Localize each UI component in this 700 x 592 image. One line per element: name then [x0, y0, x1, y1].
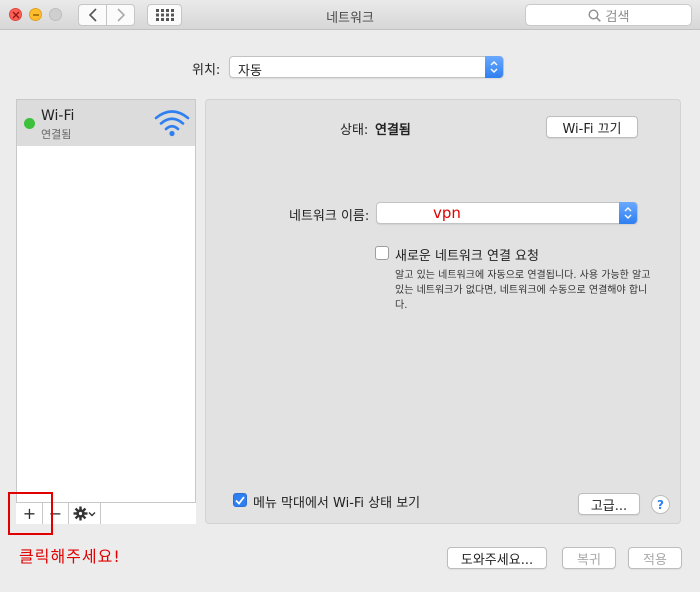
status-value: 연결됨	[375, 123, 411, 138]
status-dot	[24, 118, 35, 129]
service-status: 연결됨	[41, 128, 72, 141]
network-name-label: 네트워크 이름:	[289, 209, 370, 224]
service-name: Wi-Fi	[41, 108, 75, 124]
highlight-box	[8, 492, 53, 535]
network-name-value: vpn	[433, 204, 461, 222]
location-label: 위치:	[192, 63, 221, 78]
ask-to-join-help: 알고 있는 네트워크에 자동으로 연결됩니다. 사용 가능한 알고 있는 네트워…	[395, 270, 651, 311]
search-icon	[588, 8, 601, 22]
checkmark-icon	[235, 495, 245, 505]
location-select[interactable]: 자동	[229, 56, 504, 79]
action-menu-button[interactable]	[69, 503, 101, 524]
turn-wifi-off-button[interactable]: Wi-Fi 끄기	[546, 116, 638, 138]
show-wifi-status-label: 메뉴 막대에서 Wi-Fi 상태 보기	[253, 496, 421, 511]
click-here-annotation: 클릭해주세요!	[19, 547, 121, 566]
chevron-down-icon	[88, 511, 96, 516]
assist-me-button[interactable]: 도와주세요...	[447, 547, 547, 569]
apply-button[interactable]: 적용	[628, 547, 682, 569]
location-value: 자동	[238, 64, 262, 79]
ask-to-join-label: 새로운 네트워크 연결 요청	[395, 249, 539, 264]
gear-icon	[73, 506, 88, 521]
status-label: 상태:	[340, 123, 369, 138]
search-input[interactable]: 검색	[525, 4, 692, 26]
help-button[interactable]: ?	[651, 495, 670, 514]
revert-button[interactable]: 복귀	[562, 547, 616, 569]
show-wifi-status-checkbox[interactable]	[233, 493, 247, 507]
updown-chevron-icon	[619, 202, 637, 224]
ask-to-join-checkbox[interactable]	[375, 246, 389, 260]
network-name-select[interactable]: vpn	[376, 202, 638, 224]
updown-chevron-icon	[485, 56, 503, 78]
advanced-button[interactable]: 고급...	[578, 493, 640, 515]
service-list	[16, 99, 196, 524]
wifi-icon	[154, 110, 190, 137]
search-placeholder: 검색	[605, 9, 630, 25]
